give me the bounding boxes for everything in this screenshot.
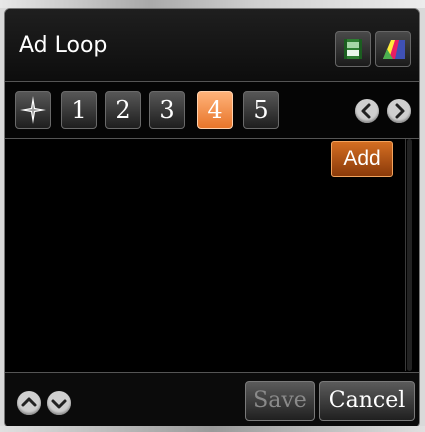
prev-tab-button[interactable] [355, 99, 379, 123]
film-icon [344, 39, 362, 59]
tab-special[interactable] [15, 91, 51, 129]
scroll-thumb[interactable] [407, 139, 412, 371]
film-button[interactable] [335, 31, 371, 67]
cancel-button[interactable]: Cancel [319, 381, 415, 421]
scrollbar[interactable] [405, 139, 414, 371]
tab-4[interactable]: 4 [197, 91, 233, 129]
tab-3[interactable]: 3 [149, 91, 185, 129]
chevron-up-icon [21, 397, 37, 407]
add-button[interactable]: Add [331, 141, 393, 177]
title-bar: Ad Loop [5, 9, 419, 81]
tab-1[interactable]: 1 [61, 91, 97, 129]
panel-title: Ad Loop [19, 33, 108, 58]
save-button[interactable]: Save [245, 381, 315, 421]
next-tab-button[interactable] [387, 99, 411, 123]
move-down-button[interactable] [47, 391, 71, 415]
chevron-left-icon [361, 103, 371, 119]
color-palette-icon [383, 40, 405, 59]
tab-row: 1 2 3 4 5 [5, 82, 419, 138]
ad-loop-panel: Ad Loop 1 2 3 4 5 Add Save Cancel [4, 8, 420, 428]
chevron-right-icon [395, 103, 405, 119]
color-palette-button[interactable] [375, 31, 411, 67]
tab-2[interactable]: 2 [105, 91, 141, 129]
move-up-button[interactable] [17, 391, 41, 415]
chevron-down-icon [51, 399, 67, 409]
top-edge [0, 0, 425, 8]
bottom-bar: Save Cancel [5, 373, 419, 427]
bottom-edge [0, 426, 425, 432]
tab-5[interactable]: 5 [243, 91, 279, 129]
compass-star-icon [20, 96, 46, 124]
separator [5, 138, 419, 139]
